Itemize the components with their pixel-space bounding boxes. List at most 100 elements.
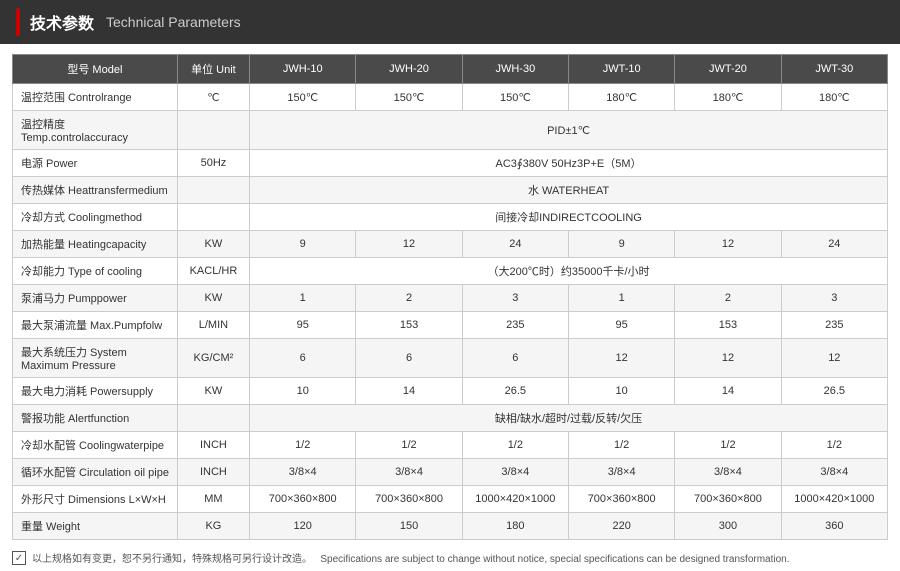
cell-label: 最大电力消耗 Powersupply: [13, 378, 178, 405]
cell-jwh30: 3/8×4: [462, 459, 568, 486]
cell-label: 最大系统压力 System Maximum Pressure: [13, 339, 178, 378]
cell-jwh30: 1/2: [462, 432, 568, 459]
cell-unit: [177, 111, 249, 150]
cell-jwh30: 6: [462, 339, 568, 378]
cell-jwh10: 10: [250, 378, 356, 405]
cell-jwt30: 3: [781, 285, 887, 312]
cell-label: 最大泵浦流量 Max.Pumpfolw: [13, 312, 178, 339]
cell-jwh30: 235: [462, 312, 568, 339]
cell-jwt30: 235: [781, 312, 887, 339]
cell-jwt20: 14: [675, 378, 781, 405]
cell-jwt20: 700×360×800: [675, 486, 781, 513]
table-row: 最大泵浦流量 Max.PumpfolwL/MIN9515323595153235: [13, 312, 888, 339]
footer: ✓ 以上规格如有变更，恕不另行通知，特殊规格可另行设计改造。 Specifica…: [0, 544, 900, 571]
cell-jwt30: 1/2: [781, 432, 887, 459]
cell-label: 冷却能力 Type of cooling: [13, 258, 178, 285]
cell-jwh10: 95: [250, 312, 356, 339]
cell-merged: PID±1℃: [250, 111, 888, 150]
cell-jwt10: 1/2: [569, 432, 675, 459]
cell-jwt10: 220: [569, 513, 675, 540]
cell-jwt30: 1000×420×1000: [781, 486, 887, 513]
header-en-title: Technical Parameters: [106, 14, 241, 30]
cell-label: 冷却方式 Coolingmethod: [13, 204, 178, 231]
col-header-jwt20: JWT-20: [675, 55, 781, 84]
table-row: 冷却水配管 CoolingwaterpipeINCH1/21/21/21/21/…: [13, 432, 888, 459]
cell-jwh20: 6: [356, 339, 462, 378]
cell-jwh20: 12: [356, 231, 462, 258]
cell-jwh10: 150℃: [250, 84, 356, 111]
cell-unit: KG: [177, 513, 249, 540]
cell-jwh20: 2: [356, 285, 462, 312]
col-header-unit: 单位 Unit: [177, 55, 249, 84]
col-header-jwh20: JWH-20: [356, 55, 462, 84]
table-row: 重量 WeightKG120150180220300360: [13, 513, 888, 540]
col-header-jwt30: JWT-30: [781, 55, 887, 84]
cell-jwh10: 700×360×800: [250, 486, 356, 513]
table-row: 循环水配管 Circulation oil pipeINCH 3/8×43/8×4…: [13, 459, 888, 486]
cell-unit: KW: [177, 231, 249, 258]
table-row: 最大系统压力 System Maximum PressureKG/CM²6661…: [13, 339, 888, 378]
table-row: 传热媒体 Heattransfermedium 水 WATERHEAT: [13, 177, 888, 204]
cell-jwh10: 1/2: [250, 432, 356, 459]
cell-jwt10: 1: [569, 285, 675, 312]
cell-merged: 水 WATERHEAT: [250, 177, 888, 204]
cell-jwh20: 3/8×4: [356, 459, 462, 486]
col-header-jwh30: JWH-30: [462, 55, 568, 84]
cell-jwt10: 10: [569, 378, 675, 405]
cell-unit: KW: [177, 285, 249, 312]
cell-jwt20: 1/2: [675, 432, 781, 459]
cell-unit: [177, 204, 249, 231]
header: 技术参数 Technical Parameters: [0, 0, 900, 44]
cell-jwh10: 6: [250, 339, 356, 378]
cell-jwt30: 180℃: [781, 84, 887, 111]
cell-jwt20: 12: [675, 231, 781, 258]
cell-jwh30: 24: [462, 231, 568, 258]
col-header-jwh10: JWH-10: [250, 55, 356, 84]
cell-unit: INCH: [177, 432, 249, 459]
cell-jwt30: 12: [781, 339, 887, 378]
cell-unit: [177, 405, 249, 432]
cell-jwt10: 12: [569, 339, 675, 378]
header-zh-title: 技术参数: [30, 10, 94, 34]
cell-jwh30: 150℃: [462, 84, 568, 111]
cell-label: 温控范围 Controlrange: [13, 84, 178, 111]
cell-jwh10: 1: [250, 285, 356, 312]
specs-table: 型号 Model 单位 Unit JWH-10 JWH-20 JWH-30 JW…: [12, 54, 888, 540]
cell-jwh20: 150: [356, 513, 462, 540]
table-row: 最大电力消耗 PowersupplyKW101426.5101426.5: [13, 378, 888, 405]
cell-label: 传热媒体 Heattransfermedium: [13, 177, 178, 204]
table-row: 温控范围 Controlrange℃150℃150℃150℃180℃180℃18…: [13, 84, 888, 111]
cell-jwh30: 180: [462, 513, 568, 540]
cell-jwt20: 180℃: [675, 84, 781, 111]
cell-label: 循环水配管 Circulation oil pipe: [13, 459, 178, 486]
cell-unit: [177, 177, 249, 204]
cell-label: 冷却水配管 Coolingwaterpipe: [13, 432, 178, 459]
cell-unit: 50Hz: [177, 150, 249, 177]
cell-unit: INCH: [177, 459, 249, 486]
cell-label: 电源 Power: [13, 150, 178, 177]
cell-jwh20: 150℃: [356, 84, 462, 111]
cell-jwh30: 26.5: [462, 378, 568, 405]
cell-unit: KW: [177, 378, 249, 405]
cell-label: 加热能量 Heatingcapacity: [13, 231, 178, 258]
cell-merged: 缺相/缺水/超时/过载/反转/欠压: [250, 405, 888, 432]
col-header-jwt10: JWT-10: [569, 55, 675, 84]
cell-jwh20: 1/2: [356, 432, 462, 459]
cell-jwt10: 95: [569, 312, 675, 339]
cell-label: 重量 Weight: [13, 513, 178, 540]
table-row: 泵浦马力 PumppowerKW123123: [13, 285, 888, 312]
cell-label: 泵浦马力 Pumppower: [13, 285, 178, 312]
cell-jwt30: 24: [781, 231, 887, 258]
cell-jwt30: 26.5: [781, 378, 887, 405]
cell-merged: 间接冷却INDIRECTCOOLING: [250, 204, 888, 231]
cell-jwh20: 153: [356, 312, 462, 339]
cell-unit: ℃: [177, 84, 249, 111]
footer-text: 以上规格如有变更，恕不另行通知，特殊规格可另行设计改造。 Specificati…: [32, 550, 790, 565]
cell-unit: KG/CM²: [177, 339, 249, 378]
table-header-row: 型号 Model 单位 Unit JWH-10 JWH-20 JWH-30 JW…: [13, 55, 888, 84]
cell-jwh20: 700×360×800: [356, 486, 462, 513]
table-row: 温控精度 Temp.controlaccuracyPID±1℃: [13, 111, 888, 150]
cell-jwt20: 12: [675, 339, 781, 378]
table-row: 警报功能 Alertfunction缺相/缺水/超时/过载/反转/欠压: [13, 405, 888, 432]
cell-jwt20: 153: [675, 312, 781, 339]
